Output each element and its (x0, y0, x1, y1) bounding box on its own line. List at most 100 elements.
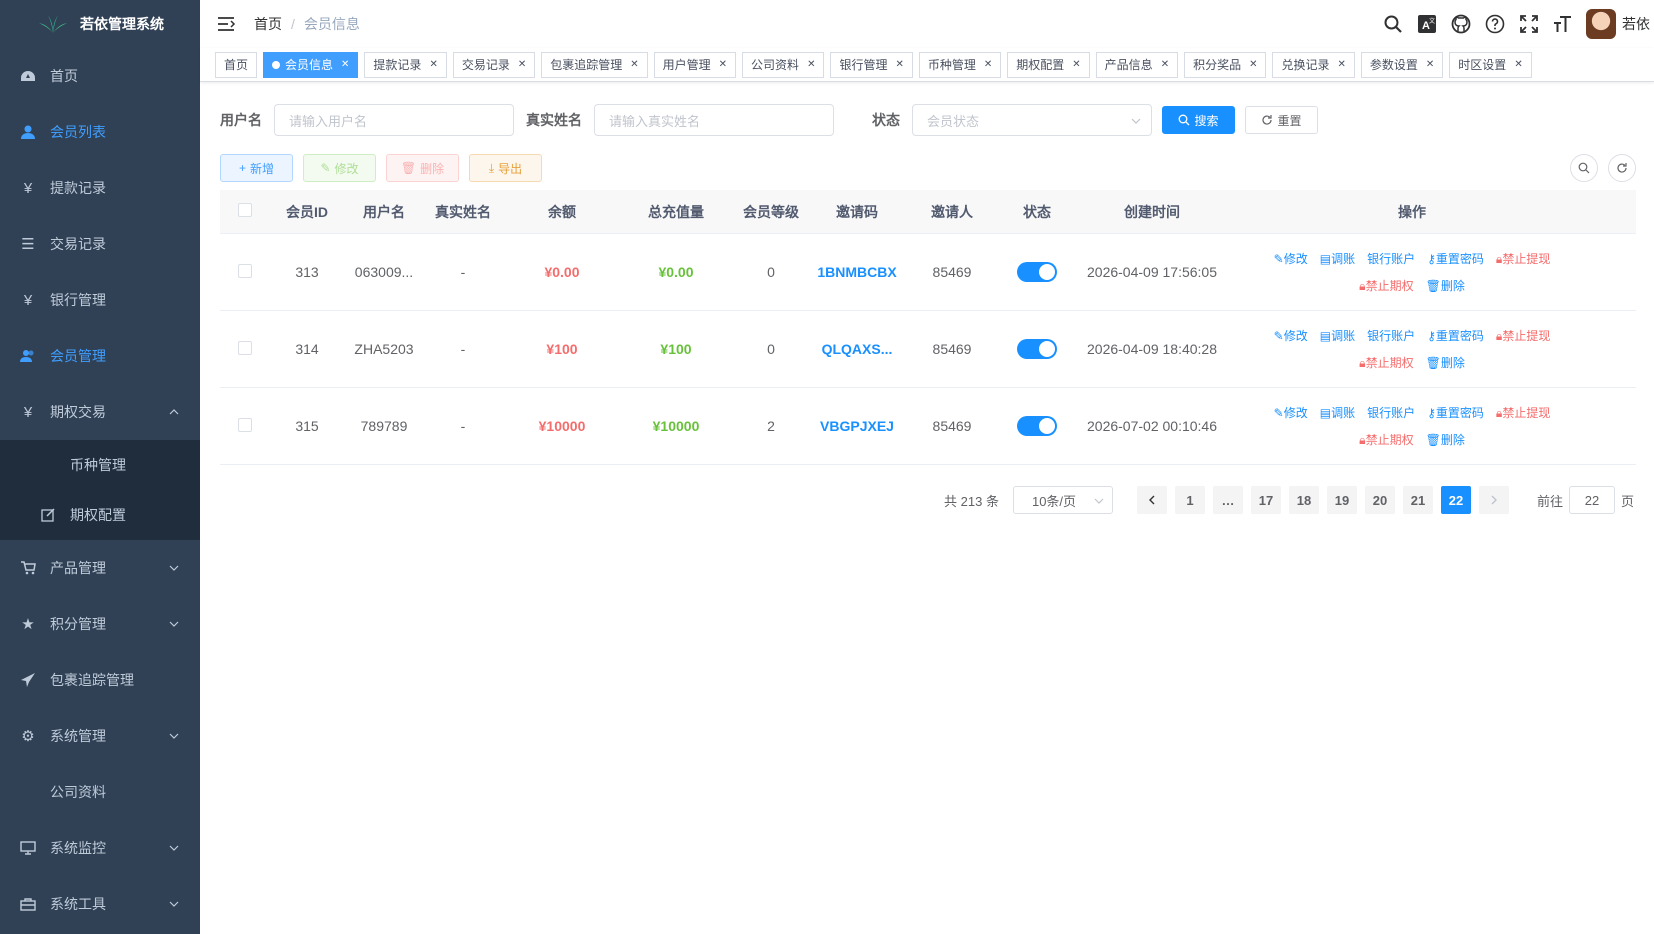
close-icon[interactable]: ✕ (429, 59, 437, 70)
avatar[interactable] (1586, 9, 1616, 39)
cell-invite-code[interactable]: 1BNMBCBX (812, 264, 902, 280)
bank-account-link[interactable]: 银行账户 (1367, 327, 1415, 344)
tag-item[interactable]: 时区设置 ✕ (1449, 51, 1532, 78)
reset-password-link[interactable]: ⚷重置密码 (1427, 327, 1484, 344)
close-icon[interactable]: ✕ (518, 59, 526, 70)
reset-button[interactable]: 重置 (1245, 106, 1318, 134)
close-icon[interactable]: ✕ (807, 59, 815, 70)
page-button[interactable]: 20 (1364, 486, 1395, 514)
status-switch[interactable] (1017, 416, 1057, 436)
delete-link[interactable]: 🗑︎删除 (1426, 354, 1465, 371)
sidebar-item-monitor[interactable]: 系统监控 (0, 820, 200, 876)
sidebar-item-currency[interactable]: 币种管理 (0, 440, 200, 490)
sidebar-item-options[interactable]: ¥ 期权交易 (0, 384, 200, 440)
close-icon[interactable]: ✕ (1338, 59, 1346, 70)
select-all-checkbox[interactable] (238, 203, 252, 217)
translate-icon[interactable]: A文 (1417, 14, 1437, 34)
sidebar-item-trade[interactable]: ☰ 交易记录 (0, 216, 200, 272)
export-button[interactable]: ⤓ 导出 (469, 154, 542, 182)
page-button[interactable]: 18 (1288, 486, 1319, 514)
status-switch[interactable] (1017, 339, 1057, 359)
cell-invite-code[interactable]: QLQAXS... (812, 341, 902, 357)
adjust-link[interactable]: ▤调账 (1320, 327, 1355, 344)
tag-item[interactable]: 积分奖品 ✕ (1184, 51, 1267, 78)
edit-button[interactable]: ✎ 修改 (303, 154, 376, 182)
sidebar-item-option-config[interactable]: 期权配置 (0, 490, 200, 540)
close-icon[interactable]: ✕ (1072, 59, 1080, 70)
search-button[interactable]: 搜索 (1162, 106, 1235, 134)
ban-withdraw-link[interactable]: 🔒︎禁止提现 (1496, 250, 1550, 267)
tag-item[interactable]: 公司资料 ✕ (742, 51, 825, 78)
sidebar-item-member-list[interactable]: 会员列表 (0, 104, 200, 160)
close-icon[interactable]: ✕ (984, 59, 992, 70)
close-icon[interactable]: ✕ (895, 59, 903, 70)
edit-link[interactable]: ✎修改 (1274, 327, 1308, 344)
refresh-button[interactable] (1608, 154, 1636, 182)
font-size-icon[interactable] (1553, 14, 1573, 34)
hamburger-icon[interactable] (216, 14, 236, 34)
sidebar-item-tools[interactable]: 系统工具 (0, 876, 200, 932)
tag-item[interactable]: 会员信息 ✕ (263, 51, 359, 78)
page-button[interactable]: 22 (1440, 486, 1471, 514)
cell-invite-code[interactable]: VBGPJXEJ (812, 418, 902, 434)
tag-item[interactable]: 首页 (215, 51, 258, 78)
tag-item[interactable]: 兑换记录 ✕ (1272, 51, 1355, 78)
close-icon[interactable]: ✕ (1249, 59, 1257, 70)
realname-input[interactable]: 请输入真实姓名 (594, 104, 834, 136)
edit-link[interactable]: ✎修改 (1274, 404, 1308, 421)
close-icon[interactable]: ✕ (1426, 59, 1434, 70)
bank-account-link[interactable]: 银行账户 (1367, 250, 1415, 267)
tag-item[interactable]: 用户管理 ✕ (653, 51, 737, 78)
delete-button[interactable]: 🗑 删除 (386, 154, 459, 182)
ban-option-link[interactable]: 🔒︎禁止期权 (1359, 354, 1413, 371)
search-icon[interactable] (1383, 14, 1403, 34)
reset-password-link[interactable]: ⚷重置密码 (1427, 404, 1484, 421)
close-icon[interactable]: ✕ (630, 59, 638, 70)
sidebar-item-points[interactable]: ★ 积分管理 (0, 596, 200, 652)
delete-link[interactable]: 🗑︎删除 (1426, 277, 1465, 294)
page-button[interactable]: 17 (1250, 486, 1281, 514)
username[interactable]: 若依 (1622, 14, 1650, 34)
tag-item[interactable]: 银行管理 ✕ (830, 51, 913, 78)
sidebar-item-member-manage[interactable]: 会员管理 (0, 328, 200, 384)
close-icon[interactable]: ✕ (719, 59, 727, 70)
tag-item[interactable]: 提款记录 ✕ (364, 51, 447, 78)
delete-link[interactable]: 🗑︎删除 (1426, 431, 1465, 448)
status-select[interactable]: 会员状态 (912, 104, 1152, 136)
row-checkbox[interactable] (238, 263, 252, 278)
close-icon[interactable]: ✕ (1514, 59, 1522, 70)
tag-item[interactable]: 参数设置 ✕ (1360, 51, 1444, 78)
add-button[interactable]: + 新增 (220, 154, 293, 182)
tag-item[interactable]: 期权配置 ✕ (1007, 51, 1090, 78)
help-icon[interactable] (1485, 14, 1505, 34)
github-icon[interactable] (1451, 14, 1471, 34)
sidebar-item-system[interactable]: ⚙ 系统管理 (0, 708, 200, 764)
page-ellipsis[interactable]: … (1212, 486, 1243, 514)
goto-page-input[interactable]: 22 (1568, 486, 1615, 514)
tag-item[interactable]: 币种管理 ✕ (918, 51, 1002, 78)
sidebar-item-company[interactable]: 公司资料 (0, 764, 200, 820)
username-input[interactable]: 请输入用户名 (274, 104, 514, 136)
edit-link[interactable]: ✎修改 (1274, 250, 1308, 267)
toggle-search-button[interactable] (1570, 154, 1598, 182)
tag-item[interactable]: 产品信息 ✕ (1095, 51, 1179, 78)
row-checkbox[interactable] (238, 417, 252, 432)
close-icon[interactable]: ✕ (341, 59, 349, 70)
sidebar-item-bank[interactable]: ¥ 银行管理 (0, 272, 200, 328)
adjust-link[interactable]: ▤调账 (1320, 250, 1355, 267)
fullscreen-icon[interactable] (1519, 14, 1539, 34)
ban-option-link[interactable]: 🔒︎禁止期权 (1359, 277, 1413, 294)
logo[interactable]: 若依管理系统 (0, 0, 200, 48)
bank-account-link[interactable]: 银行账户 (1367, 404, 1415, 421)
page-button[interactable]: 1 (1174, 486, 1205, 514)
adjust-link[interactable]: ▤调账 (1320, 404, 1355, 421)
status-switch[interactable] (1017, 262, 1057, 282)
ban-withdraw-link[interactable]: 🔒︎禁止提现 (1496, 404, 1550, 421)
close-icon[interactable]: ✕ (1161, 59, 1169, 70)
reset-password-link[interactable]: ⚷重置密码 (1427, 250, 1484, 267)
row-checkbox[interactable] (238, 340, 252, 355)
next-page-button[interactable] (1478, 486, 1509, 514)
breadcrumb-home[interactable]: 首页 (254, 14, 282, 34)
ban-withdraw-link[interactable]: 🔒︎禁止提现 (1496, 327, 1550, 344)
prev-page-button[interactable] (1136, 486, 1167, 514)
